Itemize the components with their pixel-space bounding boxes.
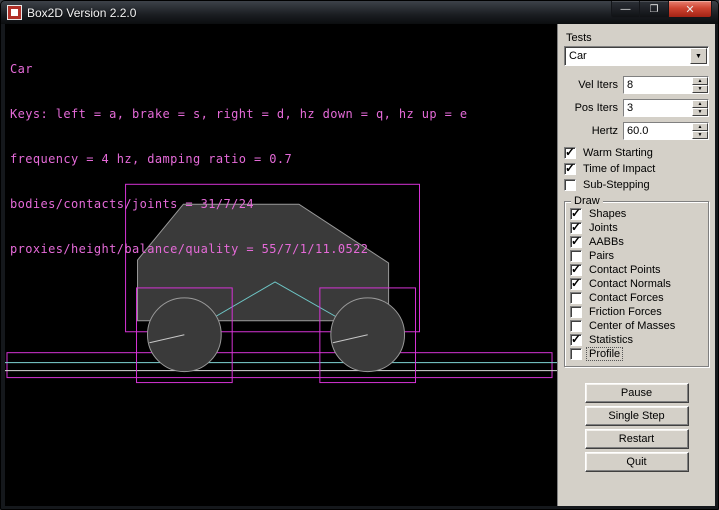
minimize-button[interactable]: —	[611, 1, 640, 18]
box2d-window: Box2D Version 2.2.0 — ❐ ✕	[0, 0, 719, 510]
checkbox-label: Statistics	[587, 334, 635, 346]
checkbox-friction-forces[interactable]: Friction Forces	[570, 306, 706, 318]
spin-up-icon[interactable]: ▲	[692, 123, 708, 131]
checkbox-box[interactable]	[570, 250, 582, 262]
checkbox-label: Sub-Stepping	[581, 179, 652, 191]
window-controls: — ❐ ✕	[611, 1, 712, 18]
checkbox-label: Center of Masses	[587, 320, 677, 332]
checkbox-aabbs[interactable]: AABBs	[570, 236, 706, 248]
restart-button[interactable]: Restart	[585, 429, 689, 449]
checkbox-box[interactable]	[570, 278, 582, 290]
single-step-button[interactable]: Single Step	[585, 406, 689, 426]
checkbox-center-of-masses[interactable]: Center of Masses	[570, 320, 706, 332]
checkbox-warm-starting[interactable]: Warm Starting	[564, 147, 709, 159]
hertz-spinner: ▲ ▼	[692, 123, 708, 139]
draw-groupbox: Draw Shapes Joints AABBs Pairs	[564, 201, 709, 367]
checkbox-profile[interactable]: Profile	[570, 348, 706, 360]
hertz-row: Hertz ▲ ▼	[564, 122, 709, 140]
checkbox-contact-forces[interactable]: Contact Forces	[570, 292, 706, 304]
checkbox-statistics[interactable]: Statistics	[570, 334, 706, 346]
tests-dropdown[interactable]: Car ▼	[564, 46, 709, 66]
hertz-field: ▲ ▼	[623, 122, 709, 140]
checkbox-contact-normals[interactable]: Contact Normals	[570, 278, 706, 290]
left-wheel-shape	[147, 298, 221, 372]
tests-label: Tests	[566, 32, 709, 44]
checkbox-label: Friction Forces	[587, 306, 664, 318]
vel-iters-spinner: ▲ ▼	[692, 77, 708, 93]
checkbox-label: Shapes	[587, 208, 628, 220]
checkbox-label: Time of Impact	[581, 163, 657, 175]
stats-line-bodies: bodies/contacts/joints = 31/7/24	[10, 197, 467, 212]
ground-aabb	[7, 353, 552, 378]
vel-iters-row: Vel Iters ▲ ▼	[564, 76, 709, 94]
control-panel: Tests Car ▼ Vel Iters ▲ ▼ Pos Iters	[557, 24, 715, 506]
vel-iters-input[interactable]	[624, 77, 692, 93]
stats-line-frequency: frequency = 4 hz, damping ratio = 0.7	[10, 152, 467, 167]
stats-line-title: Car	[10, 62, 467, 77]
spin-up-icon[interactable]: ▲	[692, 100, 708, 108]
pos-iters-label: Pos Iters	[575, 102, 618, 114]
checkbox-box[interactable]	[570, 348, 582, 360]
pause-button[interactable]: Pause	[585, 383, 689, 403]
stats-line-proxies: proxies/height/balance/quality = 55/7/1/…	[10, 242, 467, 257]
checkbox-box[interactable]	[570, 306, 582, 318]
debug-stats-text: Car Keys: left = a, brake = s, right = d…	[10, 32, 467, 287]
checkbox-box[interactable]	[570, 320, 582, 332]
pos-iters-spinner: ▲ ▼	[692, 100, 708, 116]
checkbox-label: Joints	[587, 222, 620, 234]
spin-up-icon[interactable]: ▲	[692, 77, 708, 85]
window-content: Car Keys: left = a, brake = s, right = d…	[5, 24, 715, 506]
simulation-viewport[interactable]: Car Keys: left = a, brake = s, right = d…	[5, 24, 557, 506]
checkbox-label: Contact Forces	[587, 292, 666, 304]
checkbox-time-of-impact[interactable]: Time of Impact	[564, 163, 709, 175]
tests-dropdown-value: Car	[565, 50, 690, 62]
pos-iters-input[interactable]	[624, 100, 692, 116]
checkbox-box[interactable]	[570, 334, 582, 346]
pos-iters-row: Pos Iters ▲ ▼	[564, 99, 709, 117]
stats-line-keys: Keys: left = a, brake = s, right = d, hz…	[10, 107, 467, 122]
checkbox-contact-points[interactable]: Contact Points	[570, 264, 706, 276]
window-title: Box2D Version 2.2.0	[27, 6, 611, 20]
checkbox-shapes[interactable]: Shapes	[570, 208, 706, 220]
vel-iters-field: ▲ ▼	[623, 76, 709, 94]
vel-iters-label: Vel Iters	[578, 79, 618, 91]
checkbox-label: Contact Points	[587, 264, 663, 276]
spin-down-icon[interactable]: ▼	[692, 131, 708, 139]
titlebar[interactable]: Box2D Version 2.2.0 — ❐ ✕	[1, 1, 718, 24]
checkbox-label: Profile	[587, 348, 622, 360]
action-buttons: Pause Single Step Restart Quit	[564, 381, 709, 473]
maximize-button[interactable]: ❐	[640, 1, 668, 18]
checkbox-sub-stepping[interactable]: Sub-Stepping	[564, 179, 709, 191]
checkbox-box[interactable]	[570, 236, 582, 248]
checkbox-label: Warm Starting	[581, 147, 655, 159]
checkbox-box[interactable]	[570, 292, 582, 304]
checkbox-label: Contact Normals	[587, 278, 673, 290]
hertz-label: Hertz	[592, 125, 618, 137]
dropdown-arrow-icon[interactable]: ▼	[690, 48, 707, 64]
spin-down-icon[interactable]: ▼	[692, 85, 708, 93]
checkbox-box[interactable]	[564, 163, 576, 175]
app-icon	[7, 5, 22, 20]
hertz-input[interactable]	[624, 123, 692, 139]
checkbox-joints[interactable]: Joints	[570, 222, 706, 234]
spin-down-icon[interactable]: ▼	[692, 108, 708, 116]
checkbox-box[interactable]	[570, 222, 582, 234]
checkbox-box[interactable]	[570, 264, 582, 276]
close-button[interactable]: ✕	[668, 1, 712, 18]
checkbox-box[interactable]	[564, 179, 576, 191]
checkbox-box[interactable]	[564, 147, 576, 159]
checkbox-label: Pairs	[587, 250, 616, 262]
checkbox-box[interactable]	[570, 208, 582, 220]
checkbox-label: AABBs	[587, 236, 626, 248]
pos-iters-field: ▲ ▼	[623, 99, 709, 117]
quit-button[interactable]: Quit	[585, 452, 689, 472]
checkbox-pairs[interactable]: Pairs	[570, 250, 706, 262]
